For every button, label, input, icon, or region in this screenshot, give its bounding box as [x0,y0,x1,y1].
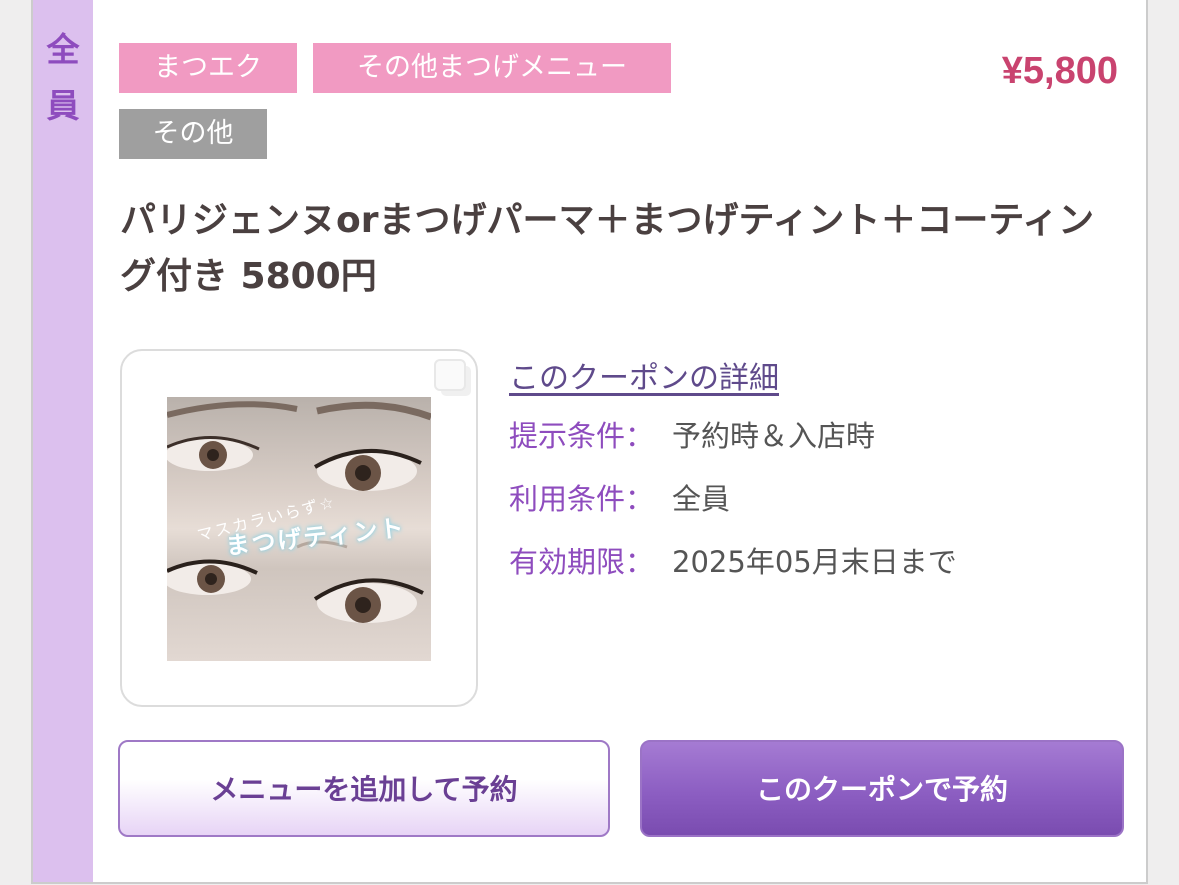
info-label: 提示条件： [509,419,655,453]
gallery-icon [434,359,466,391]
tag-eyelash-extension: まつエク [119,43,297,93]
add-menu-and-book-button[interactable]: メニューを追加して予約 [118,740,610,837]
badge-char: 員 [46,86,80,125]
target-badge-strip: 全 員 [33,0,93,882]
info-value: 予約時＆入店時 [672,419,876,453]
coupon-thumbnail[interactable]: マスカラいらず☆ まつげティント [120,349,478,707]
coupon-photo: マスカラいらず☆ まつげティント [167,397,431,661]
info-row-expiry: 有効期限： 2025年05月末日まで [509,542,957,582]
coupon-price: ¥5,800 [1001,50,1118,92]
info-row-usage: 利用条件： 全員 [509,479,730,519]
info-value: 全員 [672,482,731,516]
badge-char: 全 [46,30,80,69]
book-with-coupon-button[interactable]: このクーポンで予約 [640,740,1124,837]
target-badge-label: 全 員 [33,22,93,134]
coupon-card: 全 員 まつエク その他まつげメニュー その他 ¥5,800 パリジェンヌorま… [31,0,1148,884]
info-label: 利用条件： [509,482,655,516]
info-label: 有効期限： [509,545,655,579]
coupon-detail-link[interactable]: このクーポンの詳細 [509,353,779,397]
coupon-title: パリジェンヌorまつげパーマ＋まつげティント＋コーティング付き 5800円 [120,200,1095,297]
info-row-presentation: 提示条件： 予約時＆入店時 [509,416,875,456]
tag-other-eyelash-menu: その他まつげメニュー [313,43,671,93]
tag-other: その他 [119,109,267,159]
info-value: 2025年05月末日まで [672,545,957,579]
